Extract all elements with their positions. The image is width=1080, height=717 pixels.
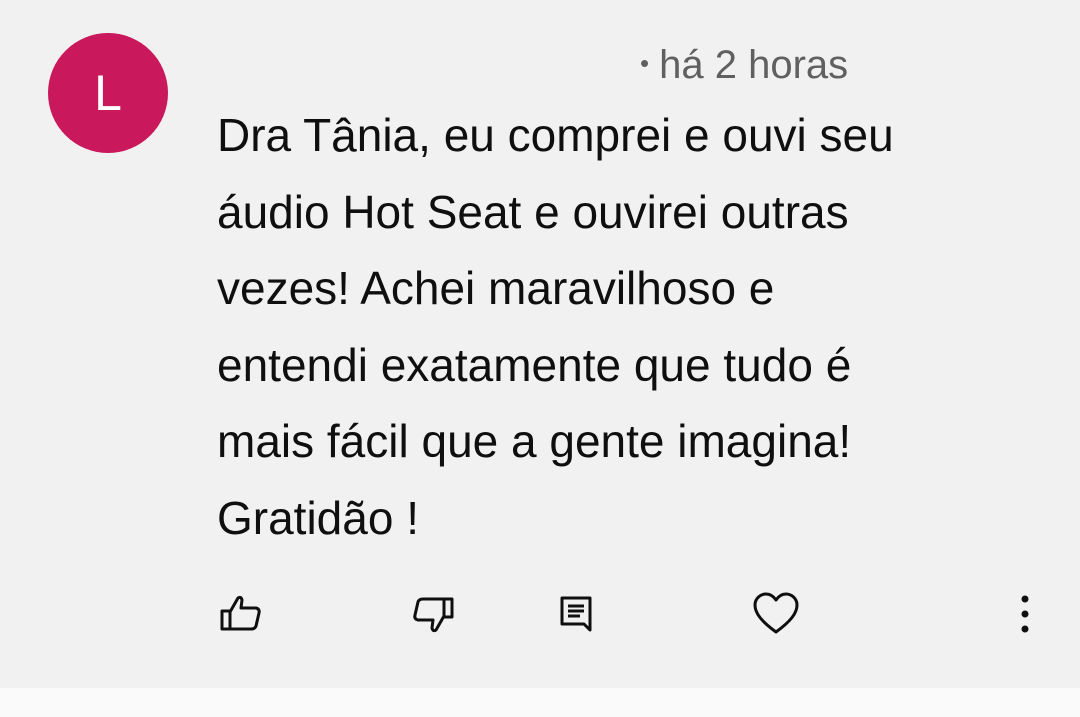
thumbs-up-icon — [216, 590, 264, 638]
more-vertical-icon — [1015, 592, 1035, 636]
avatar[interactable]: L — [48, 33, 168, 153]
more-options-button[interactable] — [999, 588, 1051, 640]
comment-card: L • há 2 horas Dra Tânia, eu comprei e ou… — [0, 0, 1080, 688]
reply-icon — [554, 592, 598, 636]
comment-timestamp[interactable]: há 2 horas — [659, 43, 848, 87]
comment-text: Dra Tânia, eu comprei e ouvi seu áudio H… — [217, 109, 894, 544]
heart-icon — [751, 589, 801, 639]
meta-separator: • — [640, 48, 650, 78]
avatar-letter: L — [94, 65, 122, 121]
comment-meta: • há 2 horas — [640, 40, 848, 88]
reply-button[interactable] — [550, 588, 602, 640]
dislike-button[interactable] — [408, 588, 460, 640]
next-comment-edge — [0, 688, 1080, 717]
heart-button[interactable] — [750, 588, 802, 640]
like-button[interactable] — [214, 588, 266, 640]
thumbs-down-icon — [410, 590, 458, 638]
